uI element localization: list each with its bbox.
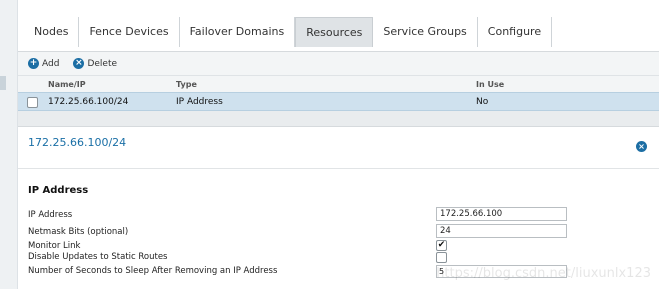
tab-configure[interactable]: Configure	[478, 17, 553, 47]
detail-header: 172.25.66.100/24 ×	[18, 127, 659, 169]
disable-updates-label: Disable Updates to Static Routes	[28, 252, 168, 262]
col-inuse-header: In Use	[476, 80, 505, 89]
resource-detail: 172.25.66.100/24 × IP Address IP Address…	[18, 126, 659, 289]
add-label: Add	[42, 58, 60, 69]
left-sidebar-strip	[0, 0, 18, 289]
close-icon[interactable]: ×	[636, 141, 647, 152]
row-name: 172.25.66.100/24	[48, 97, 129, 107]
tab-resources[interactable]: Resources	[295, 17, 374, 47]
delete-icon: ×	[73, 58, 85, 69]
tab-failover-domains[interactable]: Failover Domains	[180, 17, 296, 47]
sleep-seconds-label: Number of Seconds to Sleep After Removin…	[28, 266, 278, 276]
checkmark-icon: ✔	[437, 240, 446, 250]
sidebar-marker	[0, 76, 6, 90]
monitor-link-label: Monitor Link	[28, 241, 81, 251]
ip-address-label: IP Address	[28, 210, 73, 220]
netmask-label: Netmask Bits (optional)	[28, 227, 129, 237]
row-type: IP Address	[176, 97, 223, 107]
watermark: https://blog.csdn.net/liuxunlx123	[436, 266, 651, 281]
tab-fence-devices[interactable]: Fence Devices	[79, 17, 180, 47]
delete-label: Delete	[87, 58, 118, 69]
detail-title: 172.25.66.100/24	[28, 136, 127, 149]
plus-icon: +	[28, 58, 39, 69]
tab-service-groups[interactable]: Service Groups	[373, 17, 478, 47]
section-title: IP Address	[28, 185, 89, 196]
disable-updates-checkbox[interactable]	[436, 252, 447, 263]
resources-panel: Nodes Fence Devices Failover Domains Res…	[18, 0, 659, 289]
resource-toolbar: + Add × Delete	[18, 52, 659, 76]
row-checkbox[interactable]	[27, 97, 38, 108]
col-name-header: Name/IP	[48, 80, 86, 89]
tab-nodes[interactable]: Nodes	[24, 17, 80, 47]
col-type-header: Type	[176, 80, 197, 89]
tab-bar: Nodes Fence Devices Failover Domains Res…	[18, 0, 659, 52]
add-button[interactable]: + Add	[28, 58, 59, 69]
monitor-link-checkbox[interactable]: ✔	[436, 240, 447, 251]
ip-address-input[interactable]: 172.25.66.100	[436, 207, 567, 221]
netmask-input[interactable]: 24	[436, 224, 567, 238]
table-row[interactable]: 172.25.66.100/24 IP Address No	[18, 92, 659, 111]
tabs: Nodes Fence Devices Failover Domains Res…	[24, 17, 553, 47]
row-in-use: No	[476, 97, 489, 107]
resource-list-header: Name/IP Type In Use	[18, 76, 659, 92]
delete-button[interactable]: × Delete	[73, 58, 117, 69]
